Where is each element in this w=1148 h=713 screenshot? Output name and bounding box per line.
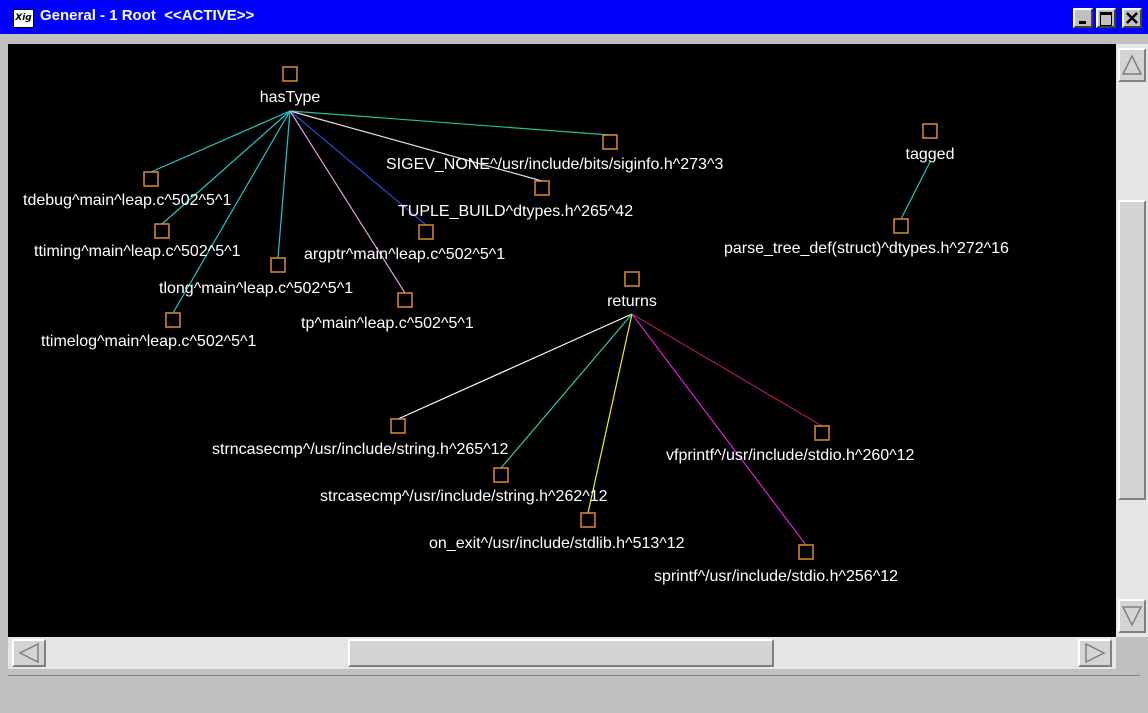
scroll-up-button[interactable] — [1118, 48, 1146, 82]
close-icon — [1126, 12, 1138, 24]
edge-returns-sprintf — [631, 313, 807, 546]
node-box-tuple[interactable] — [534, 180, 550, 196]
node-label-ttimelog[interactable]: ttimelog^main^leap.c^502^5^1 — [41, 333, 257, 350]
edge-hasType-tlong — [277, 110, 291, 259]
node-label-ttiming[interactable]: ttiming^main^leap.c^502^5^1 — [34, 243, 241, 260]
node-box-vfprintf[interactable] — [814, 425, 830, 441]
node-box-strncasecmp[interactable] — [390, 418, 406, 434]
maximize-button[interactable] — [1096, 8, 1116, 28]
node-label-strncasecmp[interactable]: strncasecmp^/usr/include/string.h^265^12 — [212, 441, 509, 458]
node-label-vfprintf[interactable]: vfprintf^/usr/include/stdio.h^260^12 — [666, 447, 915, 464]
node-box-tlong[interactable] — [270, 257, 286, 273]
node-label-tdebug[interactable]: tdebug^main^leap.c^502^5^1 — [23, 192, 231, 209]
horizontal-scroll-thumb[interactable] — [348, 639, 774, 667]
node-box-sigev[interactable] — [602, 134, 618, 150]
graph-svg: hasType tagged returns SIGEV_NONE^/usr/incl… — [23, 66, 1009, 585]
node-label-hasType[interactable]: hasType — [260, 89, 321, 106]
node-box-argptr[interactable] — [418, 224, 434, 240]
graph-window: Xig General - 1 Root <<ACTIVE>> hasType t… — [0, 0, 1148, 713]
vertical-scrollbar[interactable] — [1116, 44, 1148, 637]
node-box-tp[interactable] — [397, 292, 413, 308]
up-arrow-icon — [1121, 54, 1143, 75]
scrollbar-corner — [1116, 637, 1148, 669]
vertical-scroll-thumb[interactable] — [1118, 200, 1146, 500]
edge-returns-onexit — [587, 313, 633, 514]
node-box-returns[interactable] — [624, 271, 640, 287]
node-box-hasType[interactable] — [282, 66, 298, 82]
minimize-icon — [1079, 21, 1086, 24]
node-box-tagged[interactable] — [922, 123, 938, 139]
right-arrow-icon — [1085, 642, 1106, 664]
left-arrow-icon — [18, 642, 39, 664]
edge-hasType-tdebug — [150, 110, 291, 173]
title-bar[interactable]: Xig General - 1 Root <<ACTIVE>> — [0, 0, 1148, 36]
down-arrow-icon — [1121, 606, 1143, 627]
node-box-strcasecmp[interactable] — [493, 467, 509, 483]
node-label-tp[interactable]: tp^main^leap.c^502^5^1 — [301, 315, 474, 332]
edge-returns-vfprintf — [631, 313, 823, 427]
scroll-right-button[interactable] — [1078, 639, 1112, 667]
edge-returns-strcasecmp — [500, 313, 633, 469]
graph-canvas[interactable]: hasType tagged returns SIGEV_NONE^/usr/incl… — [8, 44, 1116, 637]
node-label-tlong[interactable]: tlong^main^leap.c^502^5^1 — [159, 280, 353, 297]
node-label-tuple[interactable]: TUPLE_BUILD^dtypes.h^265^42 — [398, 203, 633, 220]
node-box-ttiming[interactable] — [154, 223, 170, 239]
node-box-ttimelog[interactable] — [165, 312, 181, 328]
node-label-onexit[interactable]: on_exit^/usr/include/stdlib.h^513^12 — [429, 535, 685, 552]
edge-tagged-parsetree — [900, 161, 931, 220]
node-label-argptr[interactable]: argptr^main^leap.c^502^5^1 — [304, 246, 505, 263]
node-label-sprintf[interactable]: sprintf^/usr/include/stdio.h^256^12 — [654, 568, 898, 585]
node-label-strcasecmp[interactable]: strcasecmp^/usr/include/string.h^262^12 — [320, 488, 608, 505]
node-label-sigev[interactable]: SIGEV_NONE^/usr/include/bits/siginfo.h^2… — [386, 156, 723, 173]
scroll-down-button[interactable] — [1118, 599, 1146, 633]
edge-hasType-sigev — [289, 110, 611, 136]
close-button[interactable] — [1122, 8, 1142, 28]
node-box-tdebug[interactable] — [143, 171, 159, 187]
node-label-tagged[interactable]: tagged — [906, 146, 955, 163]
maximize-icon — [1100, 12, 1112, 26]
scroll-left-button[interactable] — [12, 639, 46, 667]
window-title: General - 1 Root <<ACTIVE>> — [40, 7, 255, 24]
minimize-button[interactable] — [1073, 8, 1093, 28]
node-label-returns[interactable]: returns — [607, 293, 657, 310]
status-bar — [8, 675, 1140, 708]
node-box-sprintf[interactable] — [798, 544, 814, 560]
node-label-parsetree[interactable]: parse_tree_def(struct)^dtypes.h^272^16 — [724, 240, 1009, 257]
app-icon[interactable]: Xig — [13, 9, 34, 28]
node-box-onexit[interactable] — [580, 512, 596, 528]
horizontal-scrollbar[interactable] — [8, 637, 1116, 669]
node-box-parsetree[interactable] — [893, 218, 909, 234]
